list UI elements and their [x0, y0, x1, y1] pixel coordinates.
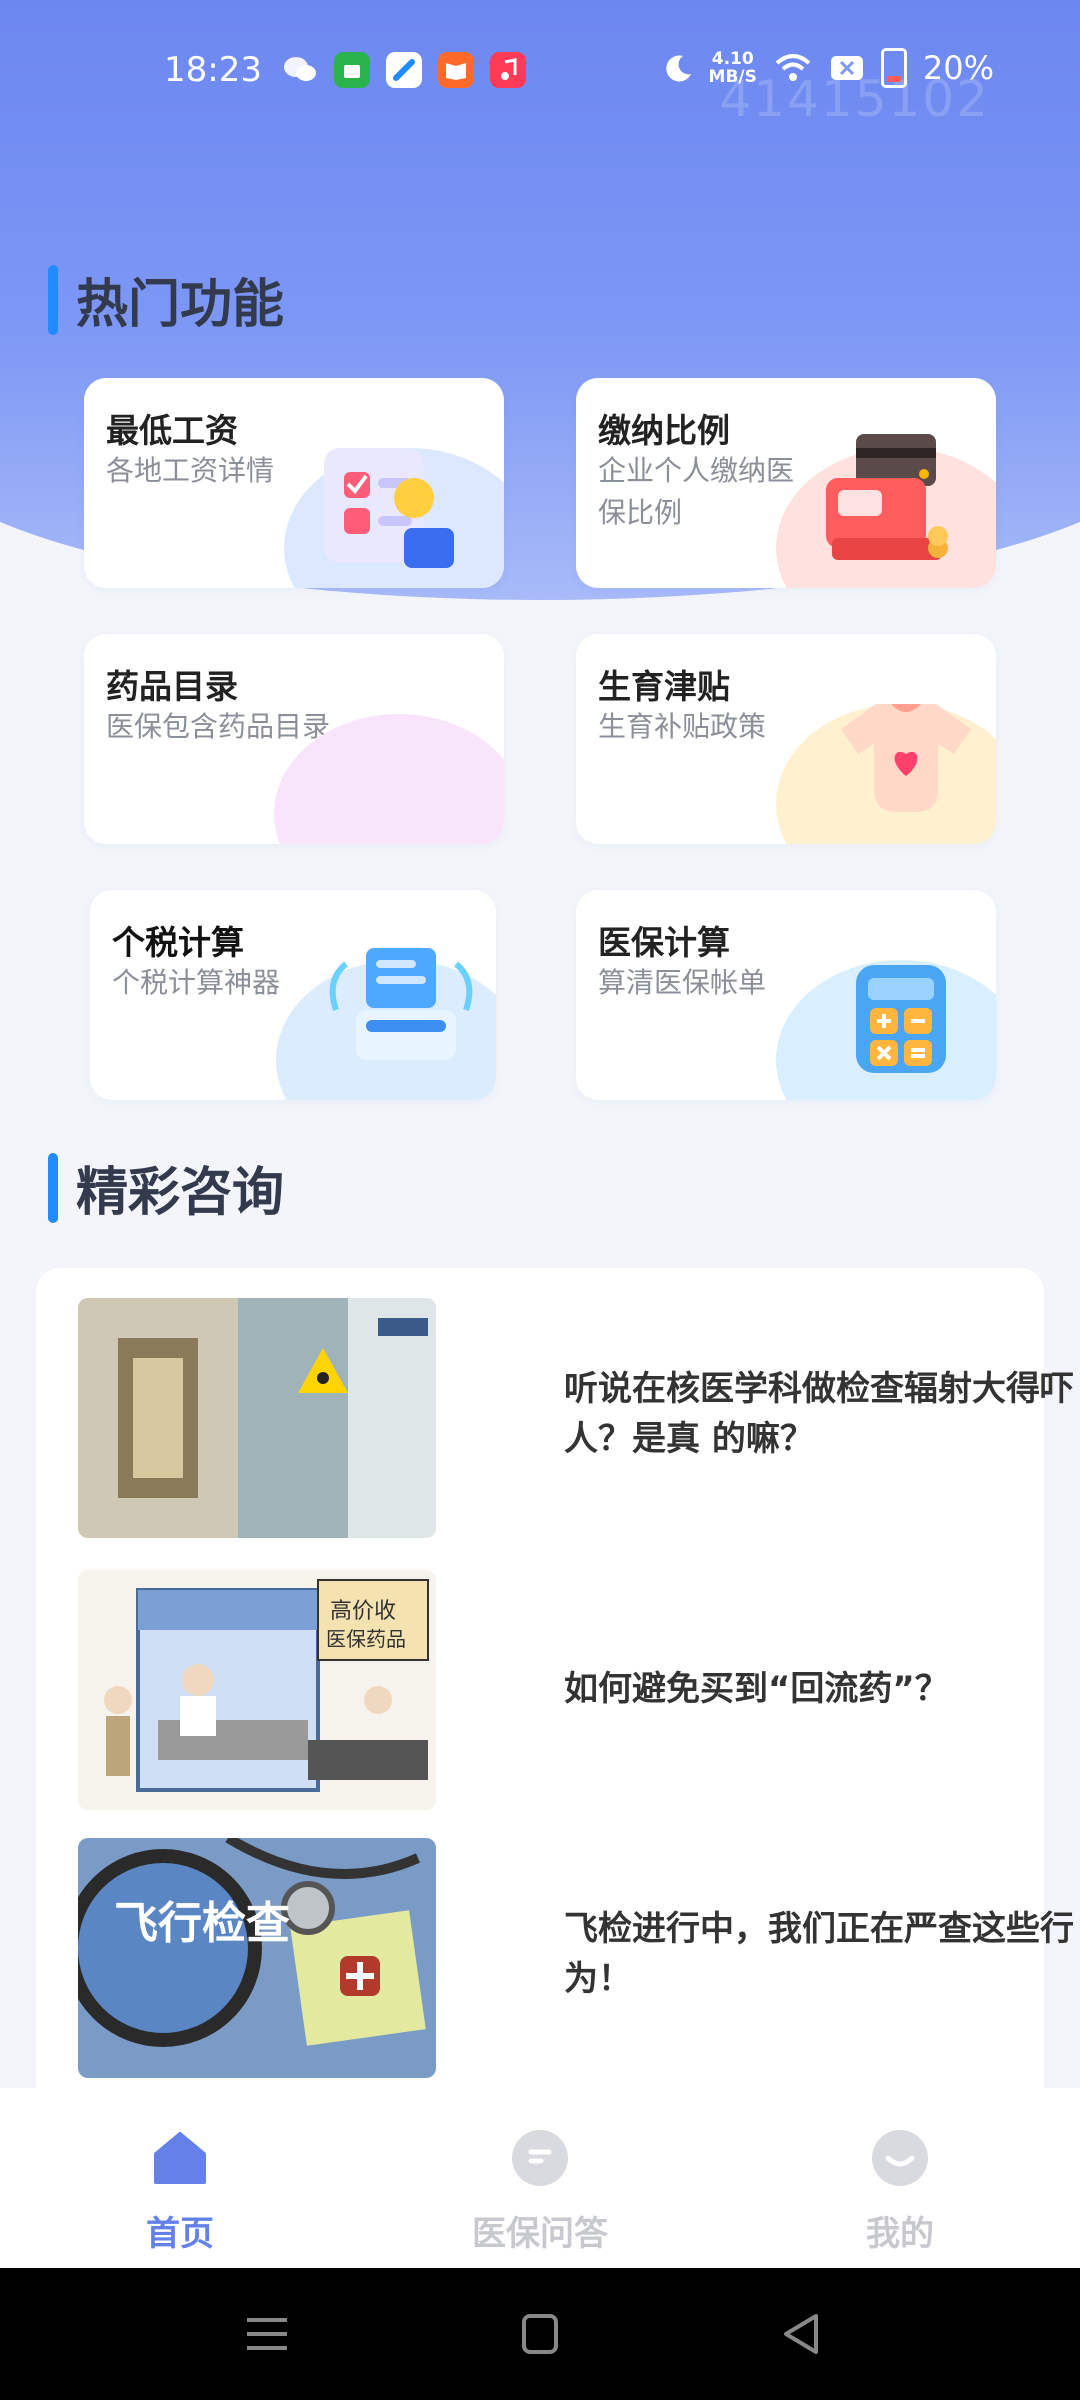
status-bar: 18:23 41415102 4.10 MB/S 20%: [0, 0, 1080, 140]
card-insurance-calculator[interactable]: 医保计算 算清医保帐单: [576, 890, 996, 1100]
section-marker: [48, 264, 58, 335]
music-icon: [490, 52, 526, 88]
nav-me[interactable]: 我的: [780, 2128, 1020, 2255]
nav-qa[interactable]: 医保问答: [420, 2128, 660, 2255]
home-icon: [154, 2132, 206, 2184]
baby-onesie-icon: [841, 704, 971, 812]
card-title: 个税计算: [112, 923, 244, 962]
cash-register-icon: [826, 434, 948, 560]
browser-icon: [386, 52, 422, 88]
news-title: 听说在核医学科做检查辐射大得吓人？是真 的嘛？: [564, 1369, 1074, 1459]
news-item[interactable]: 飞行检查 飞检进行中，我们正在严查这些行为！: [78, 1838, 1074, 2078]
news-title: 飞检进行中，我们正在严查这些行为！: [564, 1909, 1074, 1999]
speed-value: 4.10: [711, 49, 754, 69]
nav-home[interactable]: 首页: [60, 2128, 300, 2255]
battery-icon: [880, 48, 907, 88]
news-title: 如何避免买到“回流药”？: [564, 1669, 949, 1709]
bottom-nav: 首页 医保问答 我的: [0, 2088, 1080, 2268]
section-title: 精彩咨询: [76, 1163, 285, 1223]
section-marker: [48, 1152, 58, 1223]
card-subtitle: 各地工资详情: [106, 454, 275, 487]
section-title: 热门功能: [76, 275, 285, 335]
nav-label: 首页: [146, 2214, 214, 2254]
notification-icons: [282, 52, 526, 88]
nav-label: 我的: [866, 2214, 934, 2254]
app-screen: 18:23 41415102 4.10 MB/S 20% 热门功能 最低工资 各…: [0, 0, 1080, 2400]
image-caption: 飞行检查: [114, 1898, 290, 1949]
card-tax-calculator[interactable]: 个税计算 个税计算神器: [90, 890, 496, 1100]
card-title: 最低工资: [106, 411, 238, 450]
section-hot-functions: 热门功能: [48, 262, 284, 337]
card-title: 缴纳比例: [598, 411, 730, 450]
network-speed: 4.10 MB/S: [709, 50, 757, 86]
status-time: 18:23: [164, 50, 262, 90]
card-subtitle: 算清医保帐单: [598, 966, 767, 999]
home-square-icon[interactable]: [510, 2308, 570, 2360]
nav-label: 医保问答: [472, 2214, 608, 2254]
card-title: 生育津贴: [598, 667, 730, 706]
card-title: 药品目录: [106, 667, 238, 706]
speed-unit: MB/S: [708, 67, 757, 87]
inspection-magnifier-image: 飞行检查: [78, 1838, 436, 2078]
hospital-corridor-image: [78, 1298, 436, 1538]
form-hand-icon: [324, 448, 454, 568]
system-nav-bar: [0, 2268, 1080, 2400]
card-subtitle: 个税计算神器: [112, 966, 281, 999]
data-box-icon: [329, 948, 473, 1060]
chat-icon: [512, 2130, 568, 2186]
pharmacy-cartoon-image: 高价收 医保药品: [78, 1570, 436, 1810]
card-contribution-ratio[interactable]: 缴纳比例 企业个人缴纳医保比例: [576, 378, 996, 588]
calculator-icon: [856, 965, 946, 1073]
card-drug-catalog[interactable]: 药品目录 医保包含药品目录: [84, 634, 504, 844]
news-item[interactable]: 听说在核医学科做检查辐射大得吓人？是真 的嘛？: [78, 1298, 1074, 1538]
section-news: 精彩咨询: [48, 1150, 284, 1225]
smile-icon: [872, 2130, 928, 2186]
battery-level: 20%: [922, 49, 994, 87]
card-maternity-allowance[interactable]: 生育津贴 生育补贴政策: [576, 634, 996, 844]
svg-text:高价收: 高价收: [330, 1599, 396, 1624]
news-item[interactable]: 高价收 医保药品 如何避免买到“回流药”？: [78, 1570, 1044, 1810]
card-title: 医保计算: [598, 923, 730, 962]
book-icon: [438, 52, 474, 88]
moon-icon: [665, 55, 691, 82]
no-sim-icon: [830, 56, 863, 80]
back-icon[interactable]: [772, 2308, 832, 2360]
wifi-icon: [775, 54, 811, 81]
card-minimum-wage[interactable]: 最低工资 各地工资详情: [84, 378, 504, 588]
wechat-icon: [282, 52, 318, 88]
svg-text:医保药品: 医保药品: [326, 1627, 406, 1651]
menu-icon[interactable]: [237, 2308, 297, 2360]
store-icon: [334, 52, 370, 88]
card-subtitle: 生育补贴政策: [598, 710, 767, 743]
status-right: 4.10 MB/S 20%: [663, 48, 994, 88]
card-subtitle: 企业个人缴纳医保比例: [598, 454, 795, 529]
